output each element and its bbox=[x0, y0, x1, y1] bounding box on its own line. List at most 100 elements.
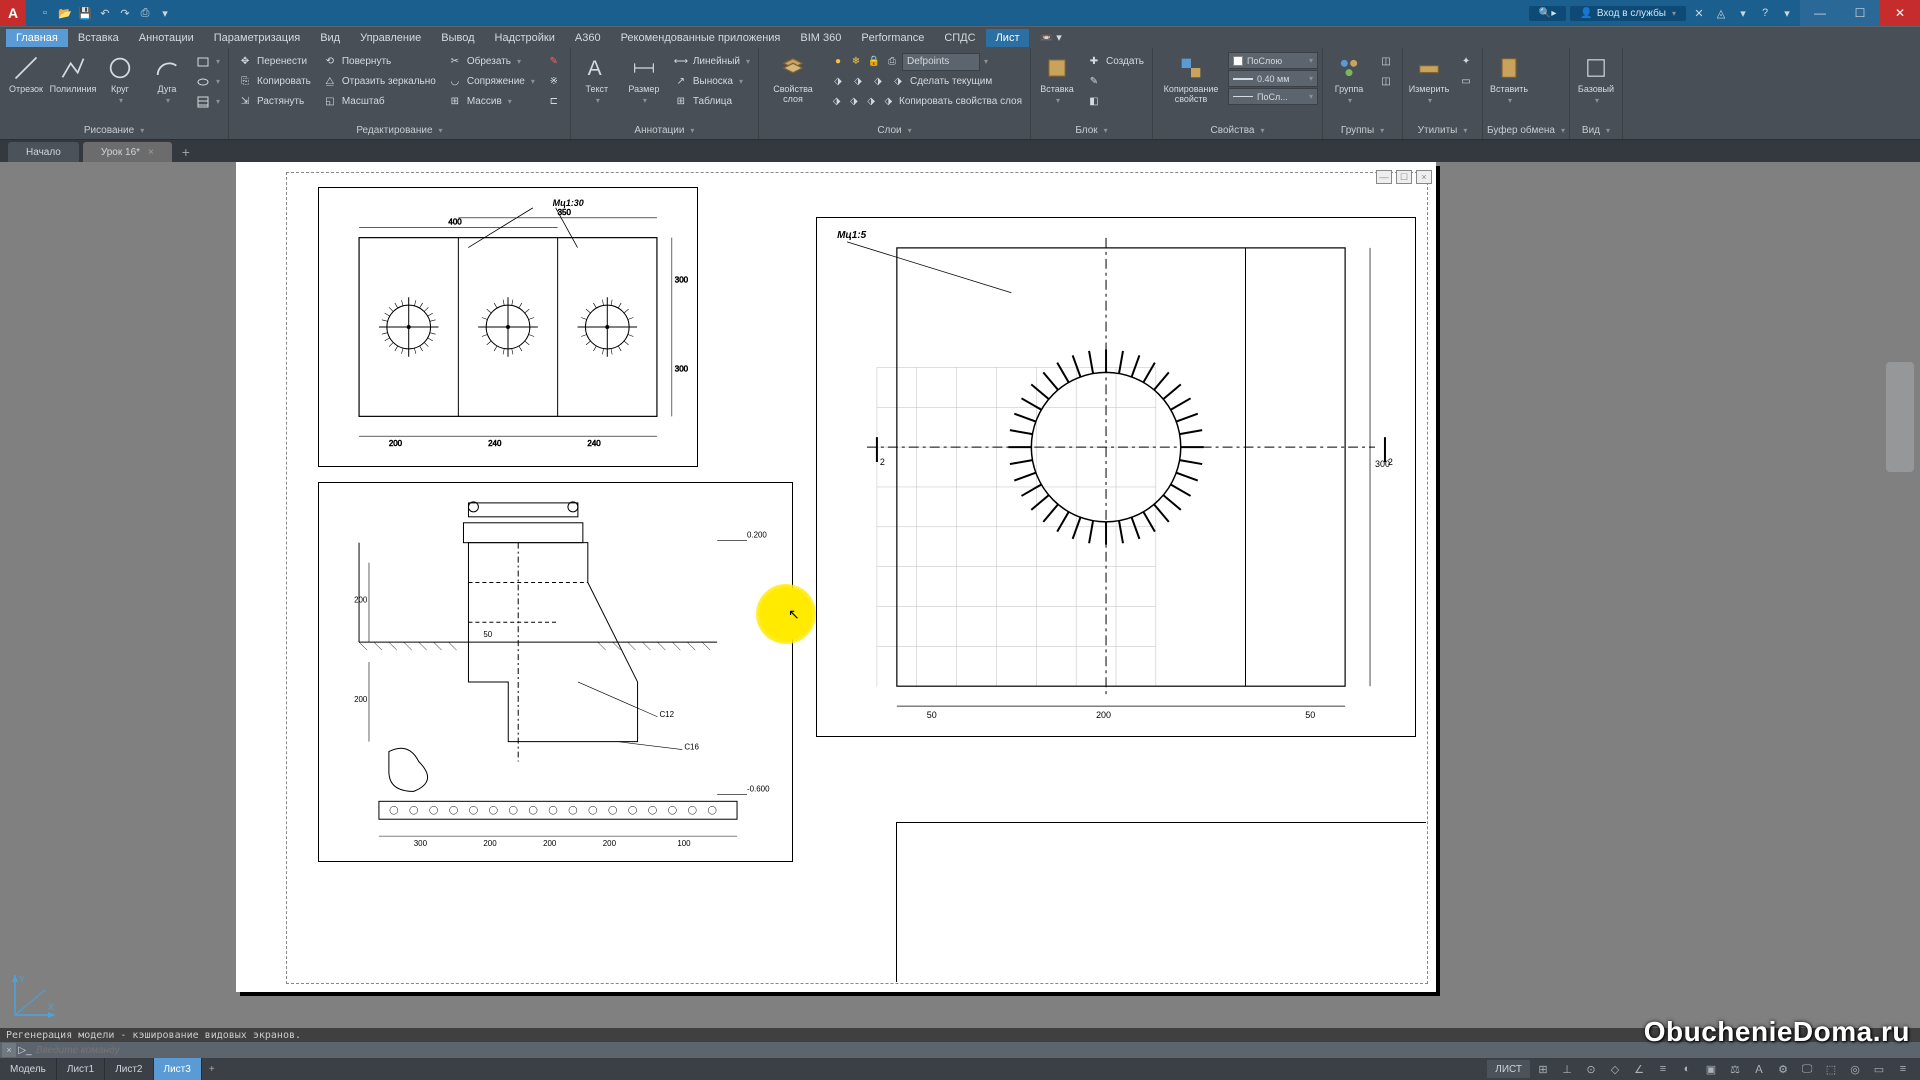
iso-icon[interactable]: ⬚ bbox=[1820, 1059, 1842, 1079]
model-tab[interactable]: Модель bbox=[0, 1058, 57, 1080]
doc-tab[interactable]: Урок 16*× bbox=[83, 142, 172, 162]
qp-icon[interactable]: ▣ bbox=[1700, 1059, 1722, 1079]
make-current-button[interactable]: ⬗⬗⬗⬗Сделать текущим bbox=[826, 72, 1026, 91]
panel-utils-title[interactable]: Утилиты▾ bbox=[1407, 121, 1478, 139]
text-button[interactable]: AТекст▾ bbox=[575, 50, 619, 110]
tab-bim360[interactable]: BIM 360 bbox=[790, 29, 851, 47]
leader-button[interactable]: ↗Выноска▾ bbox=[669, 72, 754, 91]
add-tab-button[interactable]: + bbox=[176, 142, 196, 162]
space-mode-button[interactable]: ЛИСТ bbox=[1487, 1060, 1530, 1078]
layout-tab-2[interactable]: Лист2 bbox=[105, 1058, 153, 1080]
line-button[interactable]: Отрезок bbox=[4, 50, 48, 98]
panel-props-title[interactable]: Свойства▾ bbox=[1157, 121, 1318, 139]
cmd-close-icon[interactable]: × bbox=[2, 1043, 16, 1057]
freeze-icon[interactable]: ❄ bbox=[848, 54, 864, 70]
panel-modify-title[interactable]: Редактирование▾ bbox=[233, 121, 566, 139]
erase-icon[interactable]: ✎ bbox=[542, 52, 566, 71]
clean-icon[interactable]: ▭ bbox=[1868, 1059, 1890, 1079]
fillet-button[interactable]: ◡Сопряжение▾ bbox=[443, 72, 539, 91]
close-doc-icon[interactable]: × bbox=[148, 147, 154, 158]
panel-groups-title[interactable]: Группы▾ bbox=[1327, 121, 1398, 139]
offset-icon[interactable]: ⊏ bbox=[542, 92, 566, 111]
dimension-button[interactable]: Размер▾ bbox=[622, 50, 666, 110]
tab-addins[interactable]: Надстройки bbox=[485, 29, 565, 47]
move-button[interactable]: ✥Перенести bbox=[233, 52, 315, 71]
mirror-button[interactable]: ⧋Отразить зеркально bbox=[318, 72, 440, 91]
nav-bar[interactable] bbox=[1886, 362, 1914, 472]
panel-view-title[interactable]: Вид▾ bbox=[1574, 121, 1618, 139]
tab-annotate[interactable]: Аннотации bbox=[129, 29, 204, 47]
otrack-icon[interactable]: ∠ bbox=[1628, 1059, 1650, 1079]
close-button[interactable]: ✕ bbox=[1880, 0, 1920, 26]
hatch-icon[interactable]: ▾ bbox=[192, 92, 224, 111]
baseview-button[interactable]: Базовый▾ bbox=[1574, 50, 1618, 110]
color-combo[interactable]: ПоСлою▾ bbox=[1228, 52, 1318, 69]
tab-performance[interactable]: Performance bbox=[851, 29, 934, 47]
ungroup-icon[interactable]: ◫ bbox=[1374, 52, 1398, 71]
match-props-button[interactable]: Копирование свойств bbox=[1157, 50, 1225, 108]
tab-layout[interactable]: Лист bbox=[986, 29, 1030, 47]
polar-icon[interactable]: ⊙ bbox=[1580, 1059, 1602, 1079]
command-input[interactable] bbox=[32, 1045, 1920, 1056]
linetype-combo[interactable]: ПоСл...▾ bbox=[1228, 88, 1318, 105]
redo-icon[interactable]: ↷ bbox=[116, 4, 134, 22]
tab-insert[interactable]: Вставка bbox=[68, 29, 129, 47]
tab-parametric[interactable]: Параметризация bbox=[204, 29, 310, 47]
panel-annot-title[interactable]: Аннотации▾ bbox=[575, 121, 754, 139]
ellipse-icon[interactable]: ▾ bbox=[192, 72, 224, 91]
create-block-button[interactable]: ✚Создать bbox=[1082, 52, 1148, 71]
minimize-button[interactable]: — bbox=[1800, 0, 1840, 26]
block-attr-icon[interactable]: ◧ bbox=[1082, 92, 1148, 111]
linear-dim-button[interactable]: ⟷Линейный▾ bbox=[669, 52, 754, 71]
layer-props-button[interactable]: Свойства слоя bbox=[763, 50, 823, 108]
tab-output[interactable]: Вывод bbox=[431, 29, 484, 47]
panel-clip-title[interactable]: Буфер обмена▾ bbox=[1487, 121, 1565, 139]
custom-icon[interactable]: ≡ bbox=[1892, 1059, 1914, 1079]
copy-button[interactable]: ⎘Копировать bbox=[233, 72, 315, 91]
exchange-icon[interactable]: ✕ bbox=[1690, 4, 1708, 22]
open-icon[interactable]: 📂 bbox=[56, 4, 74, 22]
tab-plugin-icon[interactable]: 📼 ▾ bbox=[1029, 28, 1071, 47]
layout-tab-1[interactable]: Лист1 bbox=[57, 1058, 105, 1080]
tab-spds[interactable]: СПДС bbox=[934, 29, 985, 47]
tab-manage[interactable]: Управление bbox=[350, 29, 431, 47]
viewport-2[interactable]: 0.200 -0.600 C12 C16 50 300 200 200 200 … bbox=[318, 482, 793, 862]
insert-block-button[interactable]: Вставка▾ bbox=[1035, 50, 1079, 110]
search-pill[interactable]: 🔍▸ bbox=[1529, 6, 1566, 21]
help-dropdown[interactable]: ▾ bbox=[1734, 4, 1752, 22]
transparency-icon[interactable]: ◐ bbox=[1676, 1059, 1698, 1079]
ws-icon[interactable]: ⚙ bbox=[1772, 1059, 1794, 1079]
login-button[interactable]: 👤Вход в службы▾ bbox=[1570, 6, 1686, 21]
copy-layer-props-button[interactable]: ⬗⬗⬗⬗Копировать свойства слоя bbox=[826, 92, 1026, 111]
point-icon[interactable]: ✦ bbox=[1454, 52, 1478, 71]
circle-button[interactable]: Круг▾ bbox=[98, 50, 142, 110]
new-icon[interactable]: ▫ bbox=[36, 4, 54, 22]
group-button[interactable]: Группа▾ bbox=[1327, 50, 1371, 110]
print-icon[interactable]: ⎙ bbox=[136, 4, 154, 22]
app-icon[interactable]: A bbox=[0, 0, 26, 26]
undo-icon[interactable]: ↶ bbox=[96, 4, 114, 22]
maximize-button[interactable]: ☐ bbox=[1840, 0, 1880, 26]
lock-icon[interactable]: 🔒 bbox=[866, 54, 882, 70]
explode-icon[interactable]: ※ bbox=[542, 72, 566, 91]
ortho-icon[interactable]: ⊥ bbox=[1556, 1059, 1578, 1079]
save-icon[interactable]: 💾 bbox=[76, 4, 94, 22]
osnap-icon[interactable]: ◇ bbox=[1604, 1059, 1626, 1079]
scale-icon[interactable]: ⚖ bbox=[1724, 1059, 1746, 1079]
lw-icon[interactable]: ≡ bbox=[1652, 1059, 1674, 1079]
select-icon[interactable]: ▭ bbox=[1454, 72, 1478, 91]
scale-button[interactable]: ◱Масштаб bbox=[318, 92, 440, 111]
panel-draw-title[interactable]: Рисование▾ bbox=[4, 121, 224, 139]
rect-icon[interactable]: ▾ bbox=[192, 52, 224, 71]
tab-home[interactable]: Главная bbox=[6, 29, 68, 47]
drawing-area[interactable]: — ☐ × Мц1:30 bbox=[0, 162, 1920, 1028]
lineweight-combo[interactable]: 0.40 мм▾ bbox=[1228, 70, 1318, 87]
panel-block-title[interactable]: Блок▾ bbox=[1035, 121, 1148, 139]
polyline-button[interactable]: Полилиния bbox=[51, 50, 95, 98]
grid-snap-icon[interactable]: ⊞ bbox=[1532, 1059, 1554, 1079]
layout-add-button[interactable]: + bbox=[202, 1058, 222, 1080]
bulb-icon[interactable]: ● bbox=[830, 54, 846, 70]
rotate-button[interactable]: ⟲Повернуть bbox=[318, 52, 440, 71]
vp-close-icon[interactable]: × bbox=[1416, 170, 1432, 184]
vp-max-icon[interactable]: ☐ bbox=[1396, 170, 1412, 184]
